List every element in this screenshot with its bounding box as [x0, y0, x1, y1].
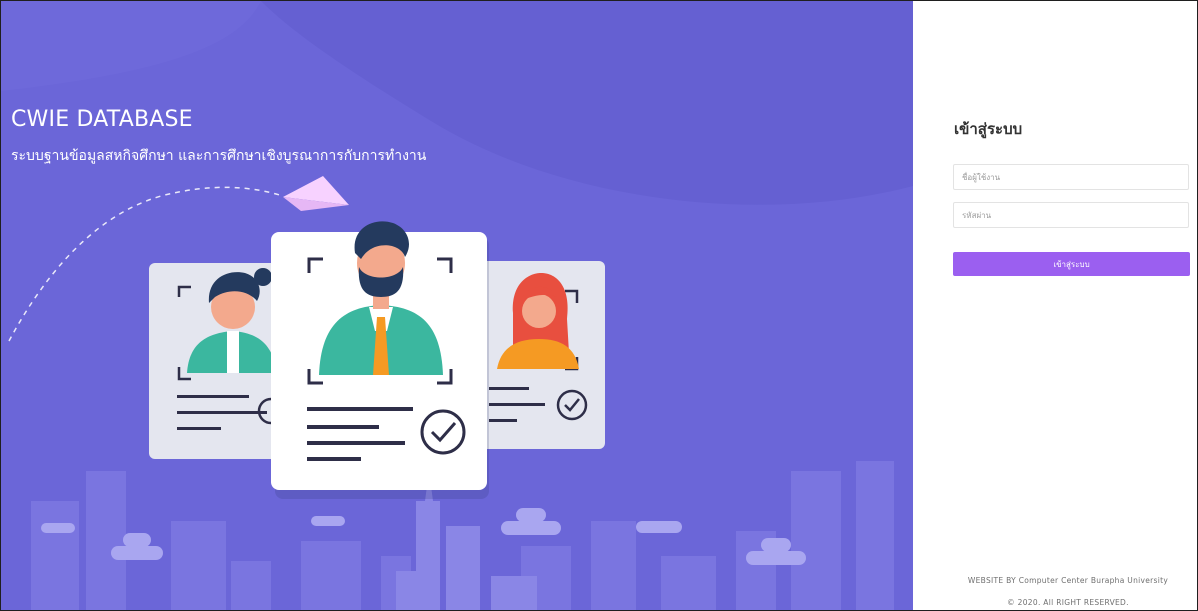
paper-plane-icon [283, 176, 349, 211]
hero-illustration [1, 1, 913, 610]
password-field[interactable] [953, 202, 1189, 228]
hero-subtitle: ระบบฐานข้อมูลสหกิจศึกษา และการศึกษาเชิงบ… [11, 148, 427, 164]
background-wave [261, 1, 913, 205]
profile-card-icon [471, 261, 605, 449]
login-panel: เข้าสู่ระบบ เข้าสู่ระบบ WEBSITE BY Compu… [913, 1, 1197, 610]
page-frame: CWIE DATABASE ระบบฐานข้อมูลสหกิจศึกษา แล… [0, 0, 1198, 611]
hero-title: CWIE DATABASE [11, 107, 193, 132]
footer-copyright: © 2020. All RIGHT RESERVED. [1007, 598, 1129, 607]
login-heading: เข้าสู่ระบบ [954, 120, 1023, 138]
profile-card-icon [149, 263, 285, 459]
username-field[interactable] [953, 164, 1189, 190]
login-button[interactable]: เข้าสู่ระบบ [953, 252, 1190, 276]
hero-banner: CWIE DATABASE ระบบฐานข้อมูลสหกิจศึกษา แล… [1, 1, 913, 610]
background-wave [1, 1, 261, 91]
footer-credit: WEBSITE BY Computer Center Burapha Unive… [967, 576, 1169, 585]
profile-card-icon [271, 221, 489, 499]
